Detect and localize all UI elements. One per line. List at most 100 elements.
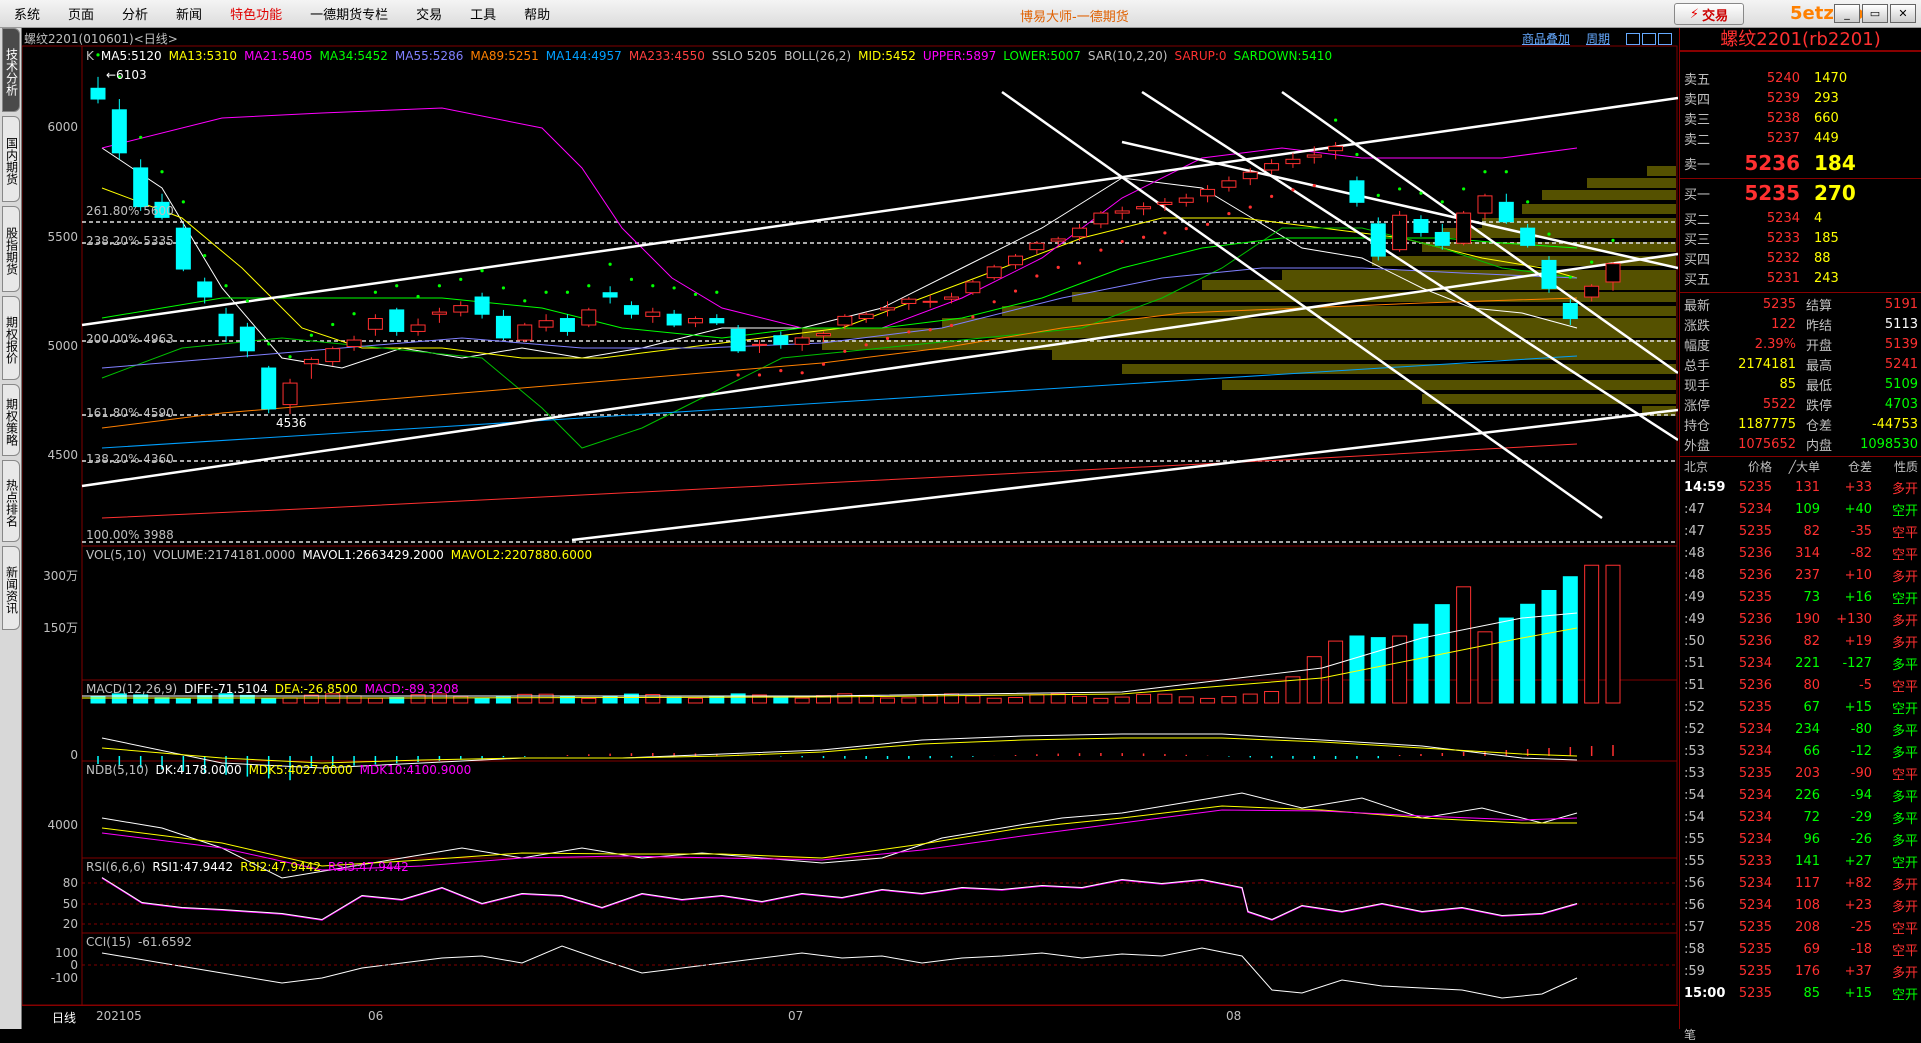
stat-label: 最低 [1806,378,1833,394]
stat-label: 内盘 [1806,438,1833,454]
tick-header-cell: 北京 [1684,459,1709,474]
trade-button[interactable]: ⚡ 交易 [1674,3,1744,25]
kline-chart-area[interactable]: 螺纹2201(010601)<日线> 商品叠加 周期 K MA5:5120 MA13… [22,28,1678,1029]
main-legend-item: BOLL(26,2) [784,49,852,63]
tick-row[interactable]: :49 5235 73 +16 空开 [1680,586,1921,608]
minimize-icon[interactable]: _ [1834,4,1860,23]
bid-row-4[interactable]: 买四 5232 88 [1680,248,1921,268]
period-label: 日线 [52,1011,77,1025]
sar-dot-19 [501,286,506,290]
tick-nature: 多平 [1891,811,1918,827]
tick-volume: 141 [1795,853,1820,869]
tick-row[interactable]: :58 5235 69 -18 空平 [1680,938,1921,960]
menu-item-7[interactable]: 工具 [456,4,510,23]
menu-item-8[interactable]: 帮助 [510,4,564,23]
close-icon[interactable]: ✕ [1890,4,1916,23]
candle-body-53 [1221,180,1237,188]
bid-row-5[interactable]: 买五 5231 243 [1680,268,1921,288]
restore-icon[interactable]: ▭ [1862,4,1888,23]
sar-dot-20 [523,299,527,303]
candle-body-26 [645,311,661,317]
tick-row[interactable]: :53 5234 66 -12 多平 [1680,740,1921,762]
volume-bar-54 [1242,693,1258,704]
tick-price: 5235 [1738,941,1772,957]
tick-nature: 多开 [1891,613,1918,629]
candle-body-29 [709,318,725,324]
tick-row[interactable]: :54 5234 72 -29 多平 [1680,806,1921,828]
bid-row-3[interactable]: 买三 5233 185 [1680,228,1921,248]
tick-price: 5235 [1738,765,1772,781]
bid-volume: 185 [1814,230,1839,246]
ask-row-5[interactable]: 卖五 5240 1470 [1680,68,1921,88]
ndb-legend-item: MDK5:4027.0000 [248,763,353,777]
stat-value: 4703 [1884,396,1918,412]
volume-bar-66 [1498,617,1514,704]
tick-oi-change: +130 [1836,611,1872,627]
main-legend-item: SARDOWN:5410 [1233,49,1333,63]
volume-bar-71 [1605,564,1621,704]
left-tab-6[interactable]: 新闻资讯 [2,546,20,630]
tick-row[interactable]: :48 5236 237 +10 多开 [1680,564,1921,586]
x-axis-label: 07 [788,1009,804,1023]
candle-body-2 [133,167,149,208]
volume-bar-23 [581,697,597,704]
volume-axis-label: 300万 [43,569,78,583]
tick-row[interactable]: :52 5234 234 -80 多平 [1680,718,1921,740]
tick-row[interactable]: :50 5236 82 +19 多开 [1680,630,1921,652]
tick-row[interactable]: :56 5234 117 +82 多开 [1680,872,1921,894]
tick-row[interactable]: :55 5233 141 +27 空开 [1680,850,1921,872]
menu-item-6[interactable]: 交易 [402,4,456,23]
main-legend-item: MID:5452 [858,49,916,63]
chart-canvas[interactable] [22,28,1678,1029]
left-tab-1[interactable]: 国内期货 [2,116,20,202]
menu-item-3[interactable]: 新闻 [162,4,216,23]
menu-item-5[interactable]: 一德期货专栏 [296,4,402,23]
menu-item-4[interactable]: 特色功能 [216,4,296,23]
tick-row[interactable]: :57 5235 208 -25 空平 [1680,916,1921,938]
sar-dot-17 [459,277,463,281]
tick-row[interactable]: :59 5235 176 +37 多开 [1680,960,1921,982]
tick-nature: 多开 [1891,965,1918,981]
ask-row-3[interactable]: 卖三 5238 660 [1680,108,1921,128]
tick-row[interactable]: 14:59 5235 131 +33 多开 [1680,476,1921,498]
tick-row[interactable]: :47 5235 82 -35 空平 [1680,520,1921,542]
tick-row[interactable]: :52 5235 67 +15 空开 [1680,696,1921,718]
tick-row[interactable]: :51 5234 221 -127 多平 [1680,652,1921,674]
tick-time: :55 [1684,853,1705,869]
menu-item-1[interactable]: 页面 [54,4,108,23]
volume-bar-58 [1328,640,1344,704]
volume-bar-62 [1413,623,1429,704]
tick-row[interactable]: :49 5236 190 +130 多开 [1680,608,1921,630]
cci-legend-item: CCI(15) [86,935,131,949]
left-tab-2[interactable]: 股指期货 [2,206,20,292]
volume-profile-bar-1 [1647,166,1676,176]
tick-oi-change: +27 [1844,853,1872,869]
volume-bar-60 [1370,637,1386,704]
menu-item-0[interactable]: 系统 [0,4,54,23]
tick-row[interactable]: :47 5234 109 +40 空开 [1680,498,1921,520]
tick-price: 5233 [1738,853,1772,869]
left-tab-3[interactable]: 期权报价 [2,296,20,380]
left-tab-4[interactable]: 期权策略 [2,384,20,456]
left-tab-5[interactable]: 热点排名 [2,460,20,542]
tick-volume: 73 [1803,589,1820,605]
tick-row[interactable]: :54 5234 226 -94 多平 [1680,784,1921,806]
ask-row-4[interactable]: 卖四 5239 293 [1680,88,1921,108]
tick-row[interactable]: 15:00 5235 85 +15 空开 [1680,982,1921,1004]
tick-row[interactable]: :48 5236 314 -82 空平 [1680,542,1921,564]
tick-time: :51 [1684,655,1705,671]
sar-dot-7 [245,299,249,303]
ask-row-1[interactable]: 卖一 5236 184 [1680,150,1921,176]
ask-row-2[interactable]: 卖二 5237 449 [1680,128,1921,148]
tick-row[interactable]: :55 5234 96 -26 多平 [1680,828,1921,850]
menu-item-2[interactable]: 分析 [108,4,162,23]
tick-row[interactable]: :51 5236 80 -5 空平 [1680,674,1921,696]
volume-bar-48 [1114,696,1130,704]
bid-row-2[interactable]: 买二 5234 4 [1680,208,1921,228]
tick-row[interactable]: :53 5235 203 -90 空平 [1680,762,1921,784]
candle-body-63 [1434,231,1450,246]
volume-legend-item: MAVOL1:2663429.2000 [302,548,444,562]
bid-row-1[interactable]: 买一 5235 270 [1680,180,1921,206]
tick-row[interactable]: :56 5234 108 +23 多开 [1680,894,1921,916]
left-tab-0[interactable]: 技术分析 [2,28,20,112]
